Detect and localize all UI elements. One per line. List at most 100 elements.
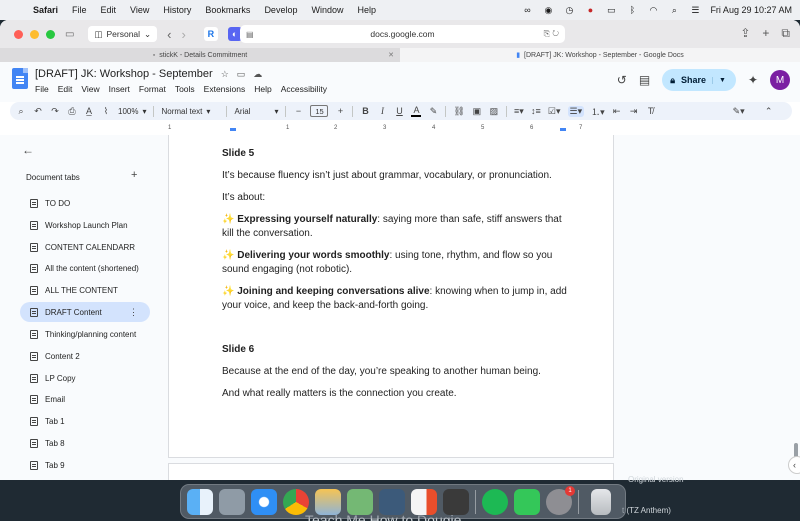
- doc-tab-item[interactable]: Workshop Launch Plan: [20, 215, 150, 235]
- finder-icon[interactable]: [187, 488, 213, 515]
- share-dropdown-icon[interactable]: ▼: [712, 76, 726, 84]
- docs-menu-tools[interactable]: Tools: [175, 84, 195, 94]
- control-center-icon[interactable]: ☰: [689, 5, 701, 15]
- spellcheck-icon[interactable]: A̲: [84, 106, 94, 116]
- menu-help[interactable]: Help: [350, 5, 383, 15]
- record-icon[interactable]: ◉: [542, 5, 554, 15]
- doc-tab-item[interactable]: Tab 9: [20, 455, 150, 475]
- facetime-icon[interactable]: [514, 488, 540, 515]
- highlight-icon[interactable]: ✎: [428, 106, 438, 117]
- reload-icon[interactable]: ⎘ ↻: [544, 29, 559, 39]
- left-indent-marker[interactable]: [230, 128, 236, 131]
- doc-tab-item[interactable]: Email: [20, 389, 150, 409]
- google-docs-logo-icon[interactable]: [12, 68, 28, 89]
- bold-icon[interactable]: B: [360, 106, 370, 116]
- font-size-input[interactable]: 15: [310, 105, 329, 117]
- weather-icon[interactable]: [315, 488, 341, 515]
- ruler[interactable]: 1 1 2 3 4 5 6 7: [168, 123, 614, 135]
- doc-tab-item[interactable]: CONTENT CALENDARR: [20, 237, 150, 257]
- line-spacing-icon[interactable]: ↕≡: [531, 106, 541, 116]
- battery-icon[interactable]: ▭: [605, 5, 617, 15]
- cloud-status-icon[interactable]: ☁: [253, 69, 262, 80]
- menu-app-name[interactable]: Safari: [26, 5, 65, 15]
- sidebar-toggle-icon[interactable]: ▭: [65, 29, 74, 40]
- doc-title[interactable]: [DRAFT] JK: Workshop - September: [35, 68, 213, 80]
- bulleted-list-icon[interactable]: ☰▾: [567, 105, 585, 117]
- close-window-button[interactable]: [14, 29, 23, 39]
- docs-menu-extensions[interactable]: Extensions: [204, 84, 246, 94]
- new-tab-icon[interactable]: +: [762, 26, 769, 41]
- spotify-icon[interactable]: [482, 488, 508, 515]
- wifi-icon[interactable]: ◠: [647, 5, 659, 15]
- system-settings-icon[interactable]: 1: [546, 485, 575, 515]
- menu-edit[interactable]: Edit: [94, 5, 124, 15]
- underline-icon[interactable]: U: [394, 106, 404, 116]
- docs-menu-format[interactable]: Format: [139, 84, 166, 94]
- back-button[interactable]: ‹: [167, 27, 171, 42]
- checklist-icon[interactable]: ☑▾: [548, 106, 561, 117]
- doc-tab-item[interactable]: LP Copy: [20, 368, 150, 388]
- minimize-window-button[interactable]: [30, 29, 39, 39]
- editing-mode-icon[interactable]: ✎▾: [733, 106, 745, 117]
- browser-tab[interactable]: ✕ ▫ stickK - Details Commitment: [0, 48, 400, 62]
- docs-menu-file[interactable]: File: [35, 84, 49, 94]
- italic-icon[interactable]: I: [377, 106, 387, 116]
- doc-tab-item[interactable]: Tab 8: [20, 433, 150, 453]
- decrease-indent-icon[interactable]: ⇤: [612, 106, 622, 117]
- doc-tab-item[interactable]: TO DO: [20, 193, 150, 213]
- bluetooth-icon[interactable]: ᛒ: [626, 5, 638, 15]
- doc-tab-item-active[interactable]: DRAFT Content ⋮: [20, 302, 150, 322]
- increase-font-size-icon[interactable]: +: [335, 106, 345, 116]
- menu-file[interactable]: File: [65, 5, 94, 15]
- address-bar[interactable]: ▤ docs.google.com ⎘ ↻: [240, 25, 565, 43]
- search-icon[interactable]: ⌕: [668, 5, 680, 15]
- right-indent-marker[interactable]: [560, 128, 566, 131]
- font-select[interactable]: Arial ▾: [234, 107, 278, 116]
- notes-app-icon[interactable]: [411, 488, 437, 515]
- claude-icon[interactable]: [443, 488, 469, 515]
- text-color-icon[interactable]: A: [411, 105, 422, 117]
- version-history-icon[interactable]: ↺: [617, 73, 627, 87]
- align-icon[interactable]: ≡▾: [514, 106, 524, 117]
- zoom-window-button[interactable]: [46, 29, 55, 39]
- share-button[interactable]: 🔒︎ Share ▼: [662, 69, 736, 91]
- document-body[interactable]: Slide 5 It’s because fluency isn’t just …: [222, 147, 567, 409]
- close-tab-icon[interactable]: ✕: [388, 51, 394, 59]
- document-page[interactable]: Slide 5 It’s because fluency isn’t just …: [168, 135, 614, 458]
- docs-menu-help[interactable]: Help: [254, 84, 271, 94]
- side-panel-toggle-icon[interactable]: ‹: [788, 456, 800, 474]
- doc-tab-item[interactable]: ALL THE CONTENT: [20, 280, 150, 300]
- doc-tab-item[interactable]: Content 2: [20, 346, 150, 366]
- menu-view[interactable]: View: [123, 5, 156, 15]
- docs-menu-edit[interactable]: Edit: [58, 84, 73, 94]
- chrome-icon[interactable]: [283, 488, 309, 515]
- paint-format-icon[interactable]: ⌇: [101, 106, 111, 117]
- undo-icon[interactable]: ↶: [33, 106, 43, 117]
- browser-tab-active[interactable]: ▮ [DRAFT] JK: Workshop - September - Goo…: [400, 48, 800, 62]
- move-folder-icon[interactable]: ▭: [237, 69, 246, 80]
- clear-formatting-icon[interactable]: T̸: [646, 106, 656, 116]
- forward-button[interactable]: ›: [182, 27, 186, 42]
- increase-indent-icon[interactable]: ⇥: [629, 106, 639, 117]
- menubar-datetime[interactable]: Fri Aug 29 10:27 AM: [710, 5, 792, 15]
- avatar[interactable]: M: [770, 70, 790, 90]
- zoom-select[interactable]: 100% ▾: [118, 107, 146, 116]
- menu-history[interactable]: History: [156, 5, 198, 15]
- preview-icon[interactable]: [347, 488, 373, 515]
- launchpad-icon[interactable]: [219, 488, 245, 515]
- paragraph-style-select[interactable]: Normal text ▾: [161, 107, 219, 116]
- safari-icon[interactable]: [251, 488, 277, 515]
- status-dot-icon[interactable]: ●: [584, 5, 596, 15]
- screen-app-icon[interactable]: [379, 488, 405, 515]
- share-icon[interactable]: ⇪: [740, 26, 750, 41]
- add-tab-icon[interactable]: +: [131, 169, 137, 181]
- redo-icon[interactable]: ↷: [50, 106, 60, 117]
- profile-selector[interactable]: ◫ Personal ⌄: [88, 26, 158, 42]
- clock-icon[interactable]: ◷: [563, 5, 575, 15]
- creative-cloud-icon[interactable]: ∞: [521, 5, 533, 15]
- docs-menu-view[interactable]: View: [81, 84, 99, 94]
- decrease-font-size-icon[interactable]: −: [293, 106, 303, 116]
- tab-overview-icon[interactable]: ⧉: [781, 26, 790, 41]
- menu-develop[interactable]: Develop: [257, 5, 304, 15]
- link-icon[interactable]: ⛓: [453, 106, 464, 117]
